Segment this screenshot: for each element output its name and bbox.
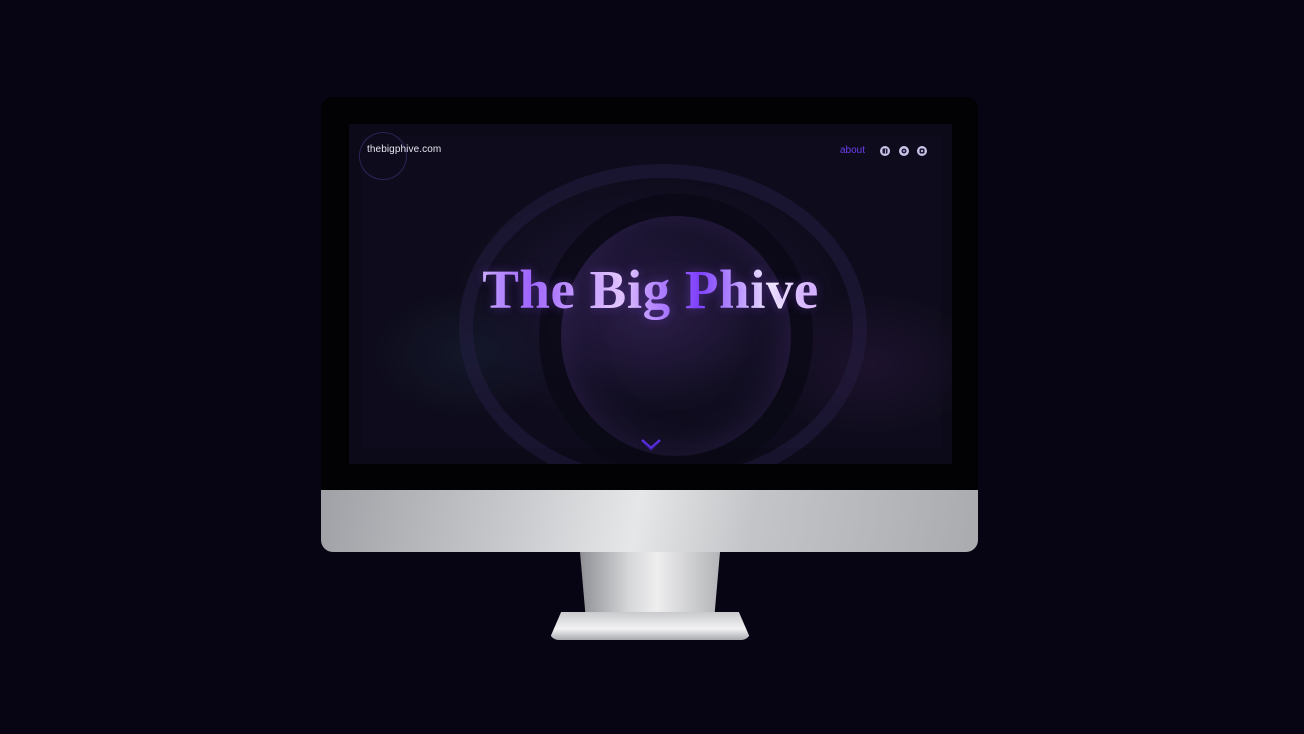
- instagram-icon[interactable]: [917, 146, 927, 156]
- hero-artwork-eye-ring: [539, 194, 813, 464]
- chevron-down-icon[interactable]: [640, 438, 662, 452]
- page: thebigphive.com about The Big Phive: [0, 0, 1304, 734]
- dribbble-icon[interactable]: [899, 146, 909, 156]
- facebook-icon[interactable]: [880, 146, 890, 156]
- hero-title: The Big Phive: [349, 258, 952, 321]
- monitor-foot: [549, 612, 751, 640]
- monitor-chin: [321, 490, 978, 552]
- logo-ring: [359, 132, 407, 180]
- site-logo-link[interactable]: thebigphive.com: [367, 144, 441, 155]
- monitor-stand: [580, 552, 720, 616]
- website-screen: thebigphive.com about The Big Phive: [349, 124, 952, 464]
- nav-about-link[interactable]: about: [840, 145, 865, 156]
